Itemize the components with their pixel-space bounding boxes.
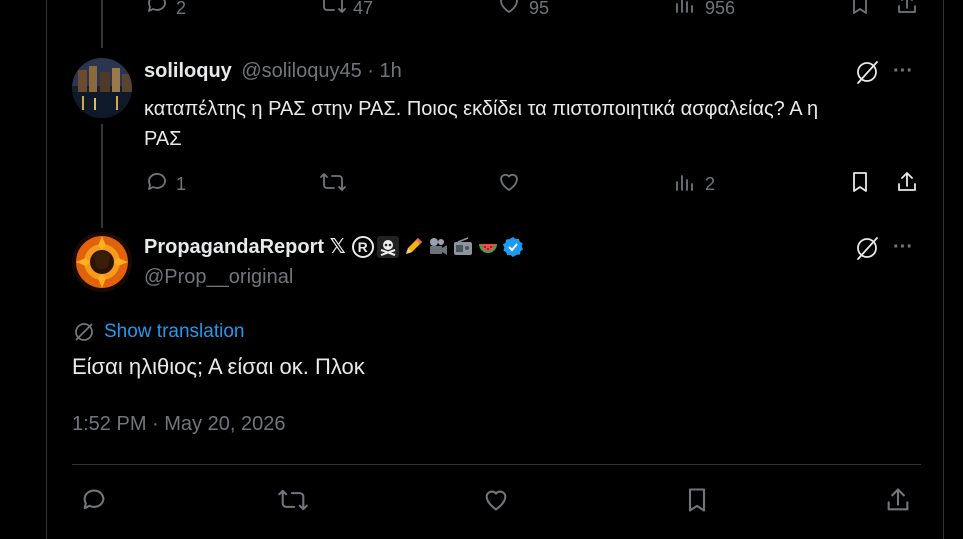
tweet-text-line: καταπέλτης η ΡΑΣ στην ΡΑΣ. Ποιος εκδίδει…	[144, 98, 819, 120]
more-button[interactable]: ···	[893, 60, 913, 83]
reply-button[interactable]	[80, 486, 108, 519]
bookmark-icon	[848, 170, 872, 199]
reply-button[interactable]	[145, 0, 169, 21]
translate-icon	[72, 320, 96, 344]
registered-badge-icon: R	[351, 235, 374, 258]
like-button[interactable]	[497, 170, 521, 199]
timestamp[interactable]: 1:52 PM · May 20, 2026	[72, 413, 285, 436]
grok-button[interactable]	[853, 234, 881, 267]
heart-icon	[482, 486, 510, 519]
repost-count: 47	[353, 0, 374, 18]
like-count: 95	[529, 0, 550, 18]
share-icon	[884, 486, 912, 519]
views-button[interactable]	[674, 170, 696, 199]
reply-icon	[145, 0, 169, 21]
handle[interactable]: @Prop__original	[144, 266, 293, 289]
pencil-icon	[402, 236, 424, 258]
views-button[interactable]	[674, 0, 696, 21]
repost-button[interactable]	[319, 170, 347, 199]
analytics-icon	[674, 0, 696, 21]
bookmark-icon	[848, 0, 872, 21]
reply-icon	[80, 486, 108, 519]
analytics-icon	[674, 170, 696, 199]
reply-count: 2	[176, 0, 187, 18]
radio-icon	[452, 236, 474, 258]
bookmark-button[interactable]	[848, 0, 872, 21]
verified-badge-icon[interactable]	[502, 236, 524, 258]
share-icon	[895, 0, 919, 21]
share-button[interactable]	[884, 486, 912, 519]
tweet-header: soliloquy @soliloquy45 · 1h	[144, 60, 402, 83]
skull-crossbones-icon	[376, 235, 399, 258]
reply-button[interactable]	[145, 170, 169, 199]
grok-icon	[853, 58, 881, 91]
display-name[interactable]: PropagandaReport 𝕏	[144, 234, 346, 259]
reply-count: 1	[176, 174, 187, 194]
repost-button[interactable]	[277, 486, 309, 519]
views-count: 2	[705, 174, 716, 194]
share-icon	[895, 170, 919, 199]
handle-time[interactable]: @soliloquy45 · 1h	[241, 60, 401, 82]
grok-button[interactable]	[853, 58, 881, 91]
movie-camera-icon	[427, 236, 449, 258]
repost-button[interactable]	[319, 0, 347, 21]
show-translation-link[interactable]: Show translation	[72, 320, 244, 344]
avatar[interactable]	[72, 232, 132, 292]
tweet-text-line: ΡΑΣ	[144, 128, 182, 150]
repost-icon	[277, 486, 309, 519]
repost-icon	[319, 0, 347, 21]
bookmark-icon	[683, 486, 711, 519]
thread-line	[101, 124, 103, 228]
more-button[interactable]: ···	[893, 236, 913, 259]
share-button[interactable]	[895, 0, 919, 21]
repost-icon	[319, 170, 347, 199]
share-button[interactable]	[895, 170, 919, 199]
tweet-text: Είσαι ηλιθιος; Α είσαι οκ. Πλοκ	[72, 354, 365, 379]
grok-icon	[853, 234, 881, 267]
heart-icon	[497, 170, 521, 199]
bookmark-button[interactable]	[683, 486, 711, 519]
views-count: 956	[705, 0, 736, 18]
tweet-text: καταπέλτης η ΡΑΣ στην ΡΑΣ. Ποιος εκδίδει…	[144, 94, 818, 154]
display-name[interactable]: soliloquy	[144, 60, 232, 82]
watermelon-icon	[477, 236, 499, 258]
like-button[interactable]	[482, 486, 510, 519]
thread-line	[101, 0, 103, 48]
divider	[72, 464, 921, 465]
bookmark-button[interactable]	[848, 170, 872, 199]
show-translation-label[interactable]: Show translation	[104, 321, 244, 343]
avatar[interactable]	[72, 58, 132, 118]
heart-icon	[497, 0, 521, 21]
reply-icon	[145, 170, 169, 199]
like-button[interactable]	[497, 0, 521, 21]
tweet-header: PropagandaReport 𝕏 R	[144, 234, 527, 259]
